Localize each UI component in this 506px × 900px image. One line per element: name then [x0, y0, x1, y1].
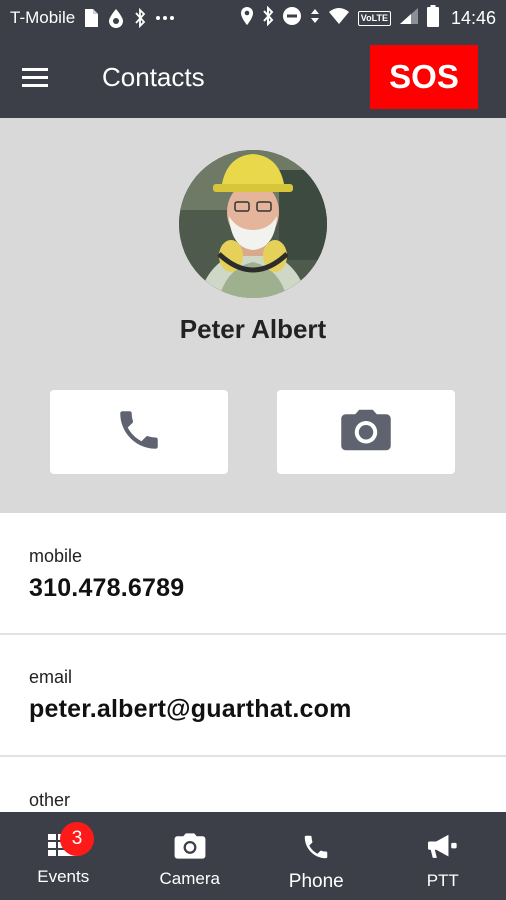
clock: 14:46 [450, 7, 496, 28]
signal-icon [399, 7, 419, 30]
nav-events[interactable]: 3 Events [0, 812, 127, 900]
contact-header: Peter Albert [0, 118, 506, 513]
menu-icon[interactable] [22, 57, 62, 97]
bluetooth-icon [133, 8, 147, 28]
more-icon [155, 15, 175, 21]
detail-row-mobile[interactable]: mobile 310.478.6789 [0, 513, 506, 635]
location-icon [240, 6, 254, 31]
call-button[interactable] [50, 390, 228, 474]
camera-icon [173, 832, 207, 865]
nav-phone[interactable]: Phone [253, 812, 380, 900]
nav-label: Events [37, 867, 90, 886]
detail-value: 310.478.6789 [29, 574, 185, 602]
avatar [179, 150, 327, 298]
sos-button[interactable]: SOS [370, 45, 478, 109]
drop-icon [107, 8, 125, 28]
contact-name: Peter Albert [179, 314, 327, 344]
app-bar: Contacts SOS [0, 36, 506, 118]
detail-value: peter.albert@guarthat.com [29, 695, 352, 723]
do-not-disturb-icon [282, 6, 302, 31]
bottom-nav: 3 Events Camera Phone PTT [0, 812, 506, 900]
nav-label: PTT [426, 871, 459, 890]
status-bar: T-Mobile VoLTE 14:46 [0, 0, 506, 36]
nav-label: Phone [288, 871, 344, 892]
detail-label: mobile [29, 546, 83, 566]
detail-label: email [29, 667, 73, 687]
data-arrows-icon [310, 6, 320, 31]
nav-camera[interactable]: Camera [127, 812, 254, 900]
battery-icon [426, 4, 439, 32]
detail-label: other [29, 790, 71, 810]
camera-button[interactable] [277, 390, 455, 474]
camera-icon [339, 405, 393, 460]
phone-icon [114, 405, 164, 460]
detail-row-email[interactable]: email peter.albert@guarthat.com [0, 635, 506, 757]
bluetooth-icon [262, 5, 274, 31]
volte-badge: VoLTE [357, 10, 391, 26]
nav-label: Camera [159, 869, 220, 888]
megaphone-icon [426, 832, 460, 867]
file-icon [83, 8, 99, 28]
page-title: Contacts [102, 61, 205, 92]
detail-row-other[interactable]: other [0, 757, 506, 817]
carrier-name: T-Mobile [10, 8, 76, 27]
wifi-icon [328, 7, 350, 30]
phone-icon [301, 832, 331, 867]
events-badge: 3 [60, 822, 94, 856]
nav-ptt[interactable]: PTT [380, 812, 506, 900]
